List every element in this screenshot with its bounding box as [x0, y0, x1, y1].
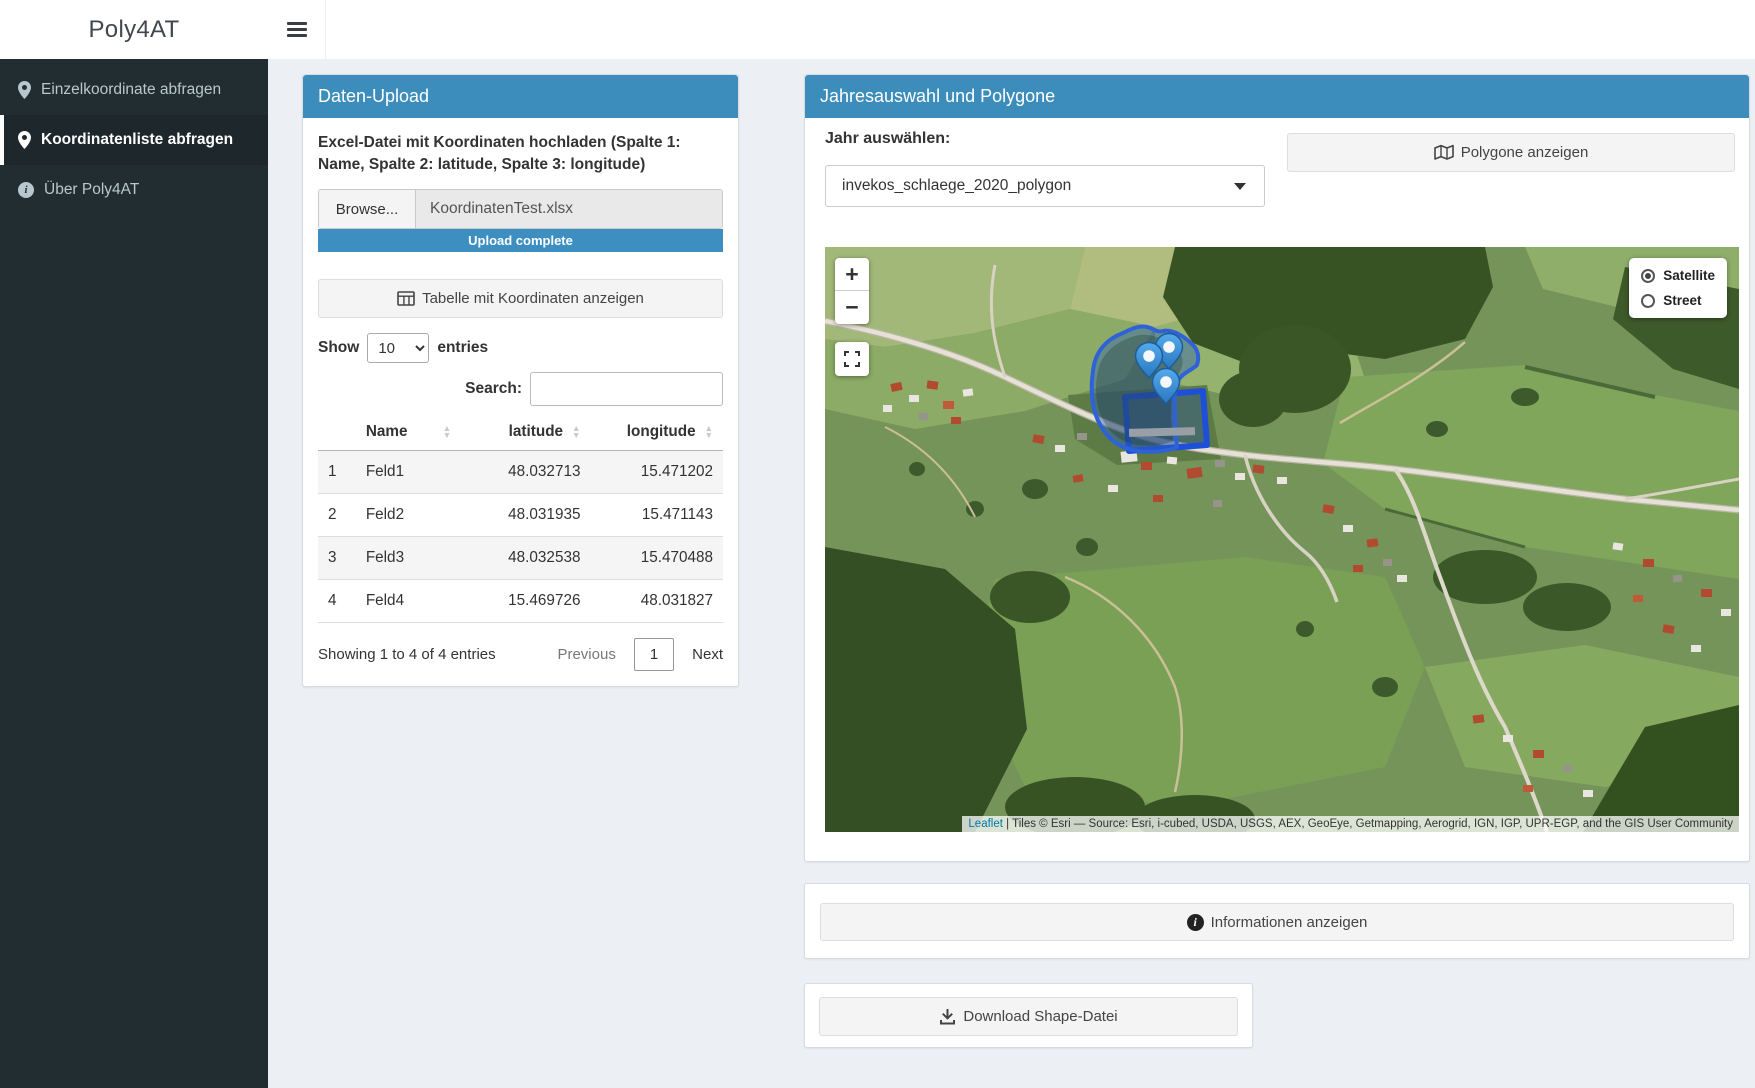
- previous-page-button[interactable]: Previous: [557, 646, 615, 663]
- upload-progress-bar: Upload complete: [318, 229, 723, 252]
- sort-icon: ▲▼: [443, 425, 451, 439]
- show-label: Show: [318, 339, 359, 357]
- info-panel: i Informationen anzeigen: [804, 883, 1750, 959]
- coordinates-table: Name ▲▼ latitude ▲▼ longitude ▲▼: [318, 414, 723, 623]
- top-navbar: [268, 0, 1755, 59]
- leaflet-map[interactable]: + − Satellite Street: [825, 247, 1739, 832]
- zoom-in-button[interactable]: +: [835, 258, 869, 291]
- show-polygons-button[interactable]: Polygone anzeigen: [1287, 133, 1735, 172]
- sidebar-item-label: Einzelkoordinate abfragen: [41, 81, 221, 99]
- search-input[interactable]: [530, 372, 723, 406]
- column-header-latitude[interactable]: latitude ▲▼: [461, 414, 590, 451]
- map-panel: Jahresauswahl und Polygone Jahr auswähle…: [804, 74, 1750, 862]
- sidebar-item-ueber[interactable]: i Über Poly4AT: [0, 165, 268, 215]
- download-icon: [939, 1009, 956, 1025]
- sidebar-item-einzelkoordinate[interactable]: Einzelkoordinate abfragen: [0, 65, 268, 115]
- map-marker-icon: [18, 81, 31, 99]
- app-title: Poly4AT: [88, 16, 179, 44]
- map-panel-title: Jahresauswahl und Polygone: [805, 75, 1749, 118]
- map-marker-icon: [18, 131, 31, 149]
- sidebar: Poly4AT Einzelkoordinate abfragen Koordi…: [0, 0, 268, 1088]
- download-panel: Download Shape-Datei: [804, 983, 1253, 1048]
- radio-satellite[interactable]: [1641, 269, 1655, 283]
- map-attribution: Leaflet | Tiles © Esri — Source: Esri, i…: [962, 816, 1739, 832]
- info-circle-icon: i: [18, 182, 34, 198]
- show-table-button[interactable]: Tabelle mit Koordinaten anzeigen: [318, 279, 723, 318]
- pagination: Previous 1 Next: [557, 638, 723, 671]
- layer-control: Satellite Street: [1629, 258, 1727, 318]
- search-label: Search:: [465, 380, 522, 398]
- zoom-out-button[interactable]: −: [835, 291, 869, 324]
- sidebar-item-koordinatenliste[interactable]: Koordinatenliste abfragen: [0, 115, 268, 165]
- upload-instruction: Excel-Datei mit Koordinaten hochladen (S…: [318, 132, 723, 176]
- caret-down-icon: [1234, 183, 1246, 190]
- zoom-control: + −: [835, 258, 869, 324]
- download-shape-button[interactable]: Download Shape-Datei: [819, 997, 1238, 1036]
- table-row[interactable]: 2 Feld2 48.031935 15.471143: [318, 494, 723, 537]
- upload-panel: Daten-Upload Excel-Datei mit Koordinaten…: [302, 74, 739, 687]
- entries-label: entries: [437, 339, 488, 357]
- file-name-field: KoordinatenTest.xlsx: [416, 190, 722, 228]
- column-header-longitude[interactable]: longitude ▲▼: [590, 414, 723, 451]
- page-length-select[interactable]: 10: [367, 333, 429, 363]
- map-icon: [1434, 144, 1454, 161]
- hamburger-icon: [287, 22, 307, 25]
- app-root: Poly4AT Einzelkoordinate abfragen Koordi…: [0, 0, 1755, 1088]
- sidebar-toggle-button[interactable]: [268, 0, 326, 59]
- fullscreen-icon: [844, 351, 860, 367]
- show-info-button[interactable]: i Informationen anzeigen: [820, 903, 1734, 941]
- table-row[interactable]: 1 Feld1 48.032713 15.471202: [318, 451, 723, 494]
- year-select-label: Jahr auswählen:: [825, 130, 950, 148]
- column-header-name[interactable]: Name ▲▼: [356, 414, 461, 451]
- radio-street[interactable]: [1641, 294, 1655, 308]
- file-input: Browse... KoordinatenTest.xlsx: [318, 189, 723, 229]
- sort-icon: ▲▼: [572, 425, 580, 439]
- leaflet-link[interactable]: Leaflet: [968, 818, 1003, 830]
- table-icon: [397, 291, 415, 306]
- year-select[interactable]: invekos_schlaege_2020_polygon: [825, 165, 1265, 207]
- table-info: Showing 1 to 4 of 4 entries: [318, 646, 496, 663]
- satellite-tiles: [825, 247, 1739, 832]
- fullscreen-button[interactable]: [835, 342, 869, 376]
- table-row[interactable]: 4 Feld4 15.469726 48.031827: [318, 580, 723, 623]
- table-row[interactable]: 3 Feld3 48.032538 15.470488: [318, 537, 723, 580]
- sidebar-menu: Einzelkoordinate abfragen Koordinatenlis…: [0, 59, 268, 215]
- sidebar-item-label: Koordinatenliste abfragen: [41, 131, 233, 149]
- sidebar-item-label: Über Poly4AT: [44, 181, 139, 199]
- browse-button[interactable]: Browse...: [319, 190, 416, 228]
- upload-panel-title: Daten-Upload: [303, 75, 738, 118]
- info-circle-icon: i: [1187, 914, 1204, 931]
- layer-option-satellite[interactable]: Satellite: [1641, 268, 1715, 283]
- sort-icon: ▲▼: [705, 425, 713, 439]
- current-page-button[interactable]: 1: [634, 638, 674, 671]
- layer-option-street[interactable]: Street: [1641, 293, 1715, 308]
- next-page-button[interactable]: Next: [692, 646, 723, 663]
- app-logo: Poly4AT: [0, 0, 268, 59]
